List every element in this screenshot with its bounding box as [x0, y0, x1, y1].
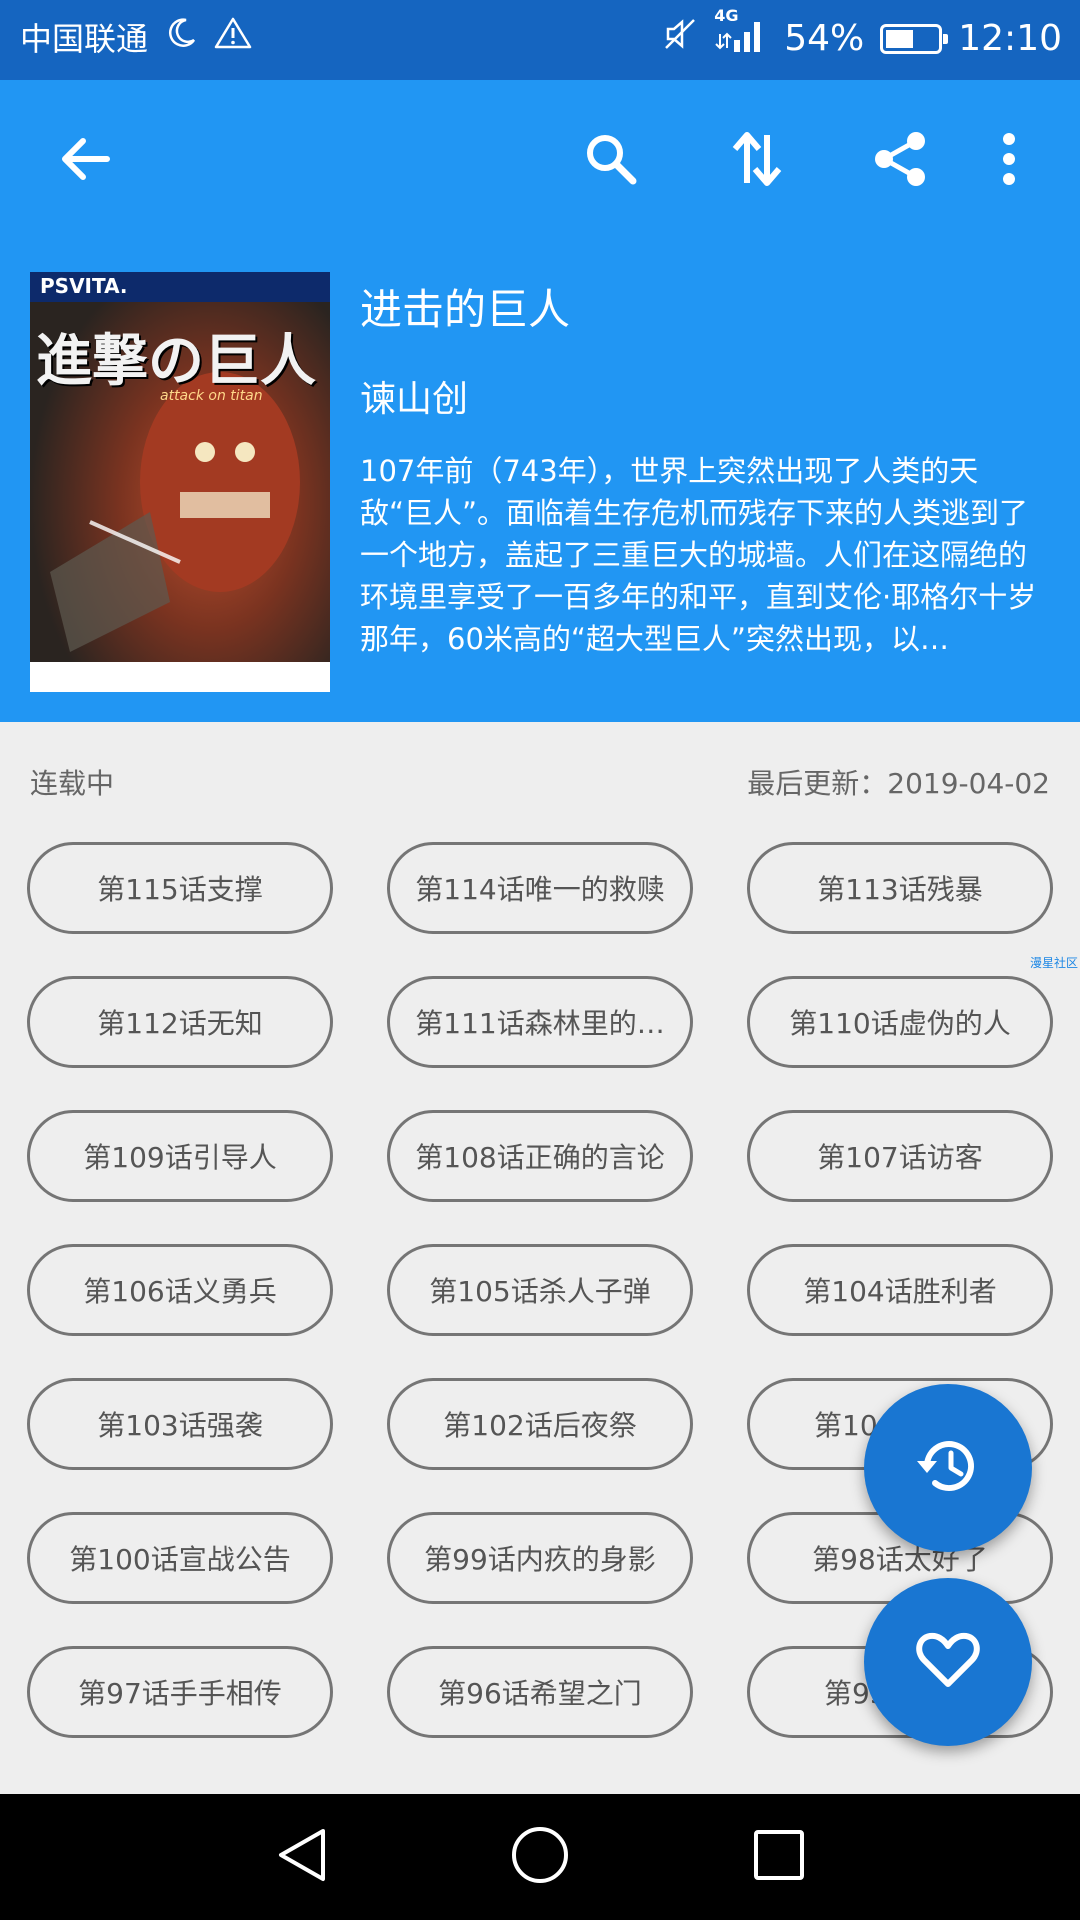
- comic-header: PSVITA. 進撃の巨人 attack on titan 进击的巨人 谏山创 …: [0, 80, 1080, 722]
- cover-subtitle: attack on titan: [160, 388, 263, 404]
- chapter-button[interactable]: 第103话强袭: [27, 1378, 333, 1470]
- chapter-button[interactable]: 第111话森林里的…: [387, 976, 693, 1068]
- status-bar: 中国联通 4G 54% 12:10: [0, 0, 1080, 80]
- watermark: 漫星社区: [1029, 956, 1078, 970]
- chapter-button[interactable]: 第104话胜利者: [747, 1244, 1053, 1336]
- warning-icon: [214, 16, 252, 58]
- chapter-button[interactable]: 第99话内疚的身影: [387, 1512, 693, 1604]
- toolbar: [0, 80, 1080, 240]
- history-fab[interactable]: [864, 1384, 1032, 1552]
- chapter-button[interactable]: 第107话访客: [747, 1110, 1053, 1202]
- more-vert-icon: [999, 129, 1019, 193]
- nav-home-button[interactable]: [500, 1822, 580, 1892]
- clock: 12:10: [958, 18, 1062, 59]
- network-type: 4G: [714, 6, 739, 25]
- signal-icon: 4G: [714, 6, 768, 63]
- chapter-button[interactable]: 第100话宣战公告: [27, 1512, 333, 1604]
- chapter-button[interactable]: 第113话残暴: [747, 842, 1053, 934]
- battery-fill: [886, 29, 914, 48]
- search-icon: [581, 129, 641, 193]
- navigation-bar: [0, 1794, 1080, 1920]
- mute-icon: [662, 16, 698, 61]
- comic-title: 进击的巨人: [360, 285, 571, 334]
- chapter-button[interactable]: 第109话引导人: [27, 1110, 333, 1202]
- sort-button[interactable]: [712, 116, 802, 206]
- battery-icon: [880, 23, 949, 54]
- comic-author[interactable]: 谏山创: [360, 370, 468, 422]
- moon-icon: [164, 16, 198, 58]
- chapter-button[interactable]: 第112话无知: [27, 976, 333, 1068]
- cover-badge: PSVITA.: [40, 274, 128, 298]
- carrier-label: 中国联通: [20, 20, 149, 58]
- sort-icon: [729, 129, 785, 193]
- chapter-button[interactable]: 第115话支撑: [27, 842, 333, 934]
- serialization-status: 连载中: [30, 767, 115, 800]
- chapter-button[interactable]: 第96话希望之门: [387, 1646, 693, 1738]
- history-icon: [913, 1431, 983, 1505]
- comic-description[interactable]: 107年前（743年），世界上突然出现了人类的天敌“巨人”。面临着生存危机而残存…: [360, 450, 1050, 660]
- share-icon: [870, 129, 930, 193]
- back-arrow-icon: [57, 131, 113, 191]
- last-update: 最后更新：2019-04-02: [747, 767, 1050, 800]
- share-button[interactable]: [855, 116, 945, 206]
- nav-recents-button[interactable]: [739, 1822, 819, 1892]
- search-button[interactable]: [566, 116, 656, 206]
- cover-title: 進撃の巨人: [36, 329, 316, 394]
- nav-back-button[interactable]: [262, 1822, 342, 1892]
- chapter-button[interactable]: 第110话虚伪的人: [747, 976, 1053, 1068]
- chapter-button[interactable]: 第97话手手相传: [27, 1646, 333, 1738]
- favorite-fab[interactable]: [864, 1578, 1032, 1746]
- chapter-button[interactable]: 第105话杀人子弹: [387, 1244, 693, 1336]
- nav-recents-icon: [752, 1828, 806, 1886]
- chapter-button[interactable]: 第114话唯一的救赎: [387, 842, 693, 934]
- battery-percent: 54%: [784, 18, 865, 59]
- back-button[interactable]: [40, 116, 130, 206]
- comic-cover[interactable]: PSVITA. 進撃の巨人 attack on titan: [30, 272, 330, 692]
- nav-home-icon: [510, 1825, 570, 1889]
- heart-icon: [916, 1630, 980, 1694]
- chapter-button[interactable]: 第106话义勇兵: [27, 1244, 333, 1336]
- chapter-button[interactable]: 第108话正确的言论: [387, 1110, 693, 1202]
- more-button[interactable]: [964, 116, 1054, 206]
- chapter-button[interactable]: 第102话后夜祭: [387, 1378, 693, 1470]
- nav-back-icon: [275, 1825, 329, 1889]
